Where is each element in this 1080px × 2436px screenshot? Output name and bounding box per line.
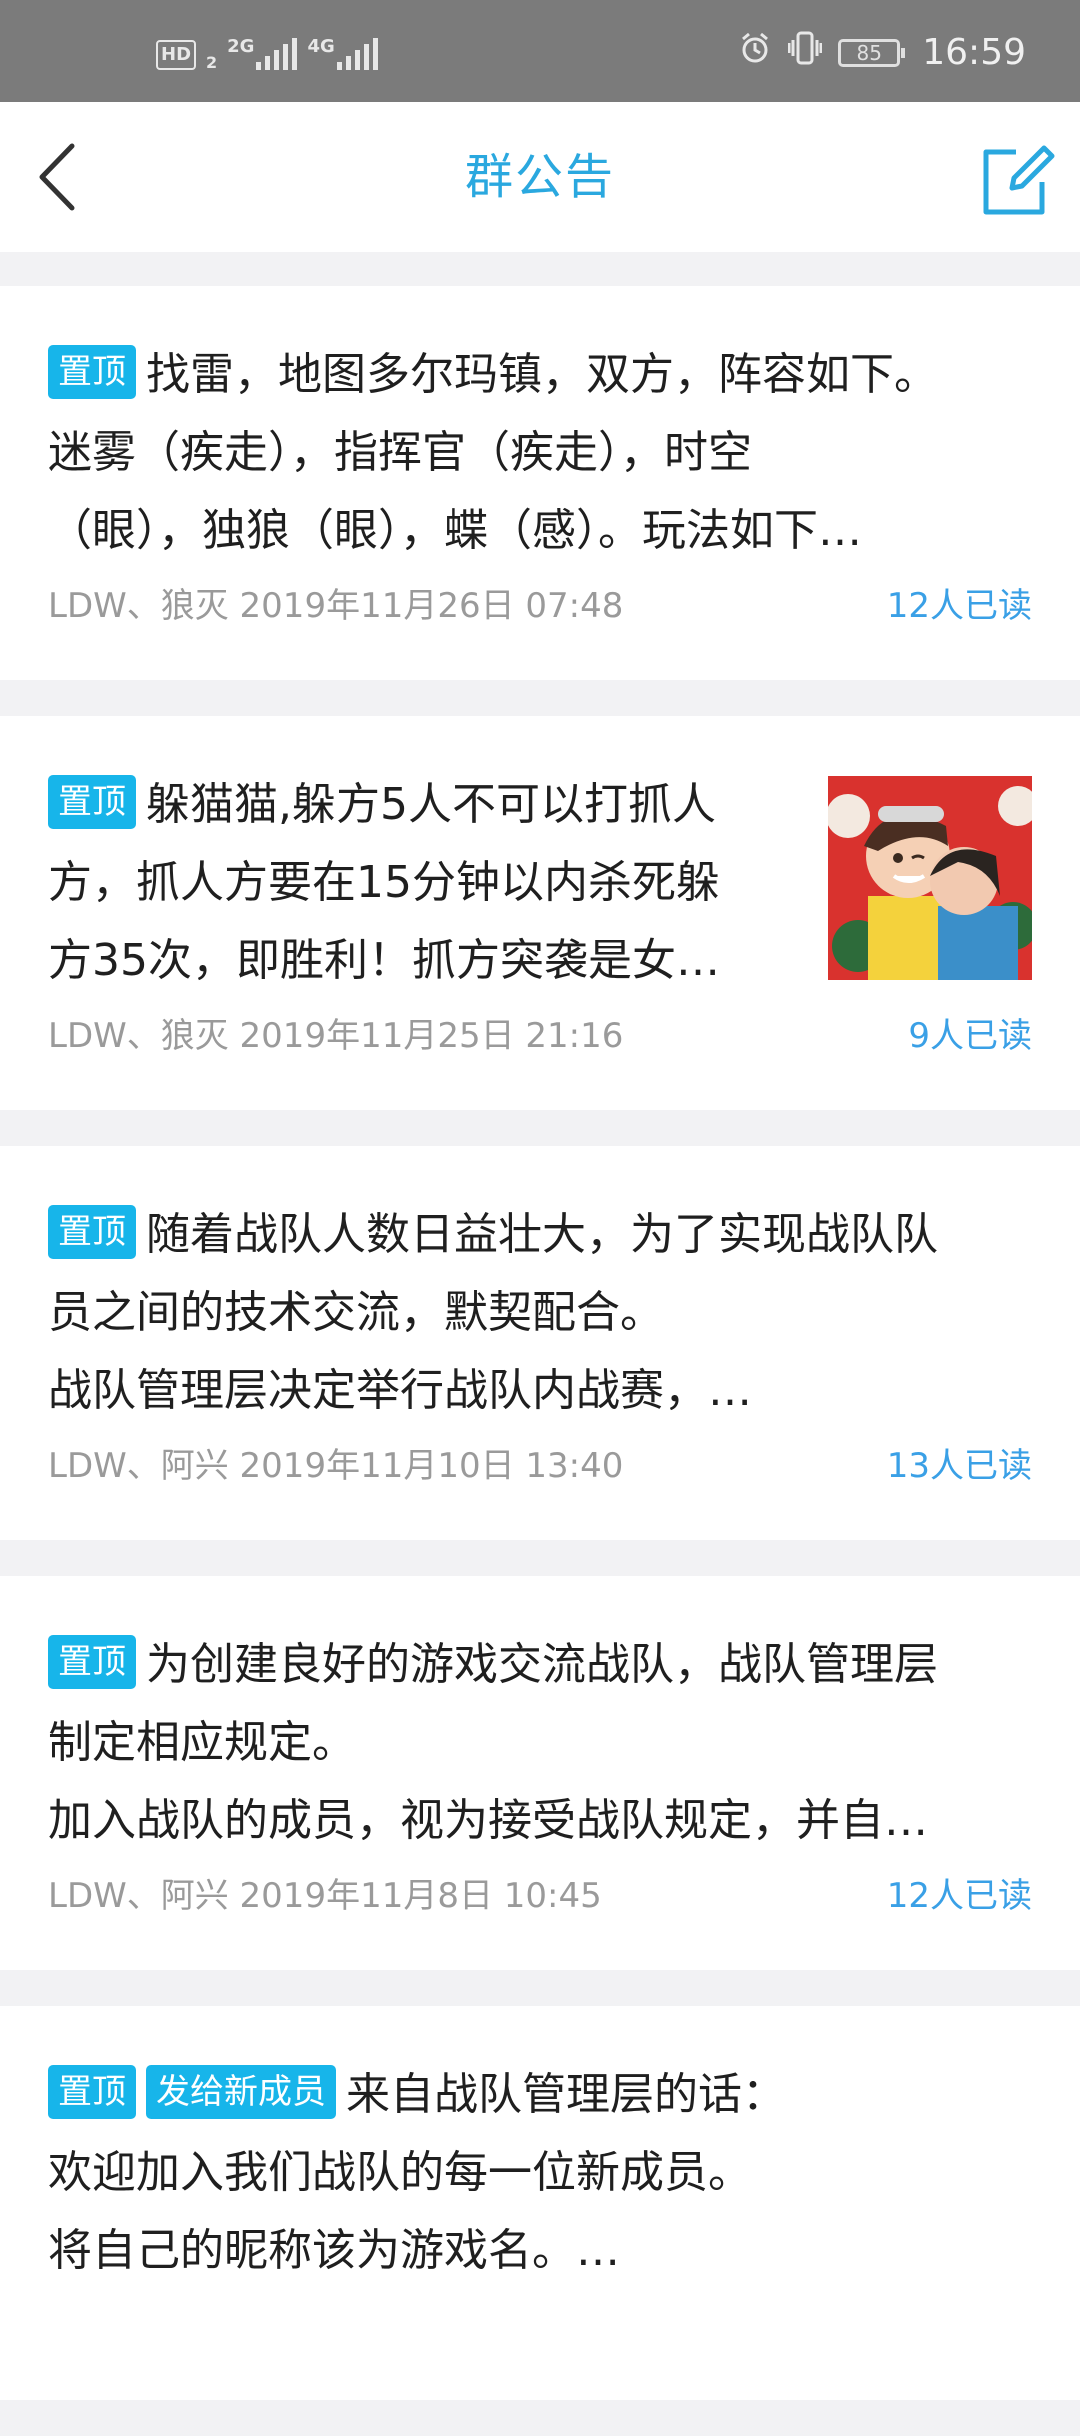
vibrate-icon	[787, 30, 823, 75]
signal-bars-icon	[336, 38, 378, 70]
new-member-tag: 发给新成员	[146, 2065, 336, 2119]
hd-label: HD	[161, 44, 192, 65]
announcement-line: 置顶 为创建良好的游戏交流战队，战队管理层	[48, 1626, 1032, 1704]
announcement-line: 迷雾（疾走），指挥官（疾走），时空	[48, 427, 752, 478]
announcement-list: 置顶 找雷，地图多尔玛镇，双方，阵容如下。 迷雾（疾走），指挥官（疾走），时空 （…	[0, 286, 1080, 2436]
announcement-line: 置顶 找雷，地图多尔玛镇，双方，阵容如下。	[48, 336, 1032, 414]
announcement-text: 置顶 躲猫猫,躲方5人不可以打抓人 方，抓人方要在15分钟以内杀死躲 方35次，即…	[48, 766, 788, 1000]
announcement-line: 加入战队的成员，视为接受战队规定，并自…	[48, 1795, 928, 1846]
status-right-indicators: 85 16:59	[738, 30, 1026, 75]
announcement-line: 方，抓人方要在15分钟以内杀死躲	[48, 857, 720, 908]
pinned-tag: 置顶	[48, 2065, 136, 2119]
announcement-line: （眼），独狼（眼），蝶（感）。玩法如下…	[48, 505, 862, 556]
battery-level: 85	[856, 40, 882, 65]
page-title: 群公告	[464, 149, 615, 205]
pinned-tag: 置顶	[48, 775, 136, 829]
announcement-card[interactable]: 置顶 找雷，地图多尔玛镇，双方，阵容如下。 迷雾（疾走），指挥官（疾走），时空 （…	[0, 286, 1080, 680]
announcement-meta: LDW、狼灭 2019年11月26日 07:48 12人已读	[48, 572, 1032, 632]
signal-2: 4G	[307, 36, 378, 70]
author-date: LDW、阿兴 2019年11月10日 13:40	[48, 1445, 624, 1486]
announcement-meta: LDW、阿兴 2019年11月8日 10:45 12人已读	[48, 1862, 1032, 1922]
alarm-icon	[738, 31, 772, 74]
announcement-line: 将自己的昵称该为游戏名。…	[48, 2225, 620, 2276]
net-label-1: 2G	[227, 36, 255, 57]
announcement-line: 战队管理层决定举行战队内战赛，…	[48, 1365, 752, 1416]
announcement-text: 置顶 随着战队人数日益壮大，为了实现战队队 员之间的技术交流，默契配合。 战队管理…	[48, 1196, 1032, 1430]
net-label-2: 4G	[307, 36, 335, 57]
author-date: LDW、阿兴 2019年11月8日 10:45	[48, 1875, 602, 1916]
announcement-line: 欢迎加入我们战队的每一位新成员。	[48, 2147, 752, 2198]
signal-1: 2G	[227, 36, 298, 70]
announcement-card[interactable]: 置顶 躲猫猫,躲方5人不可以打抓人 方，抓人方要在15分钟以内杀死躲 方35次，即…	[0, 716, 1080, 1110]
header-bar: 群公告	[0, 102, 1080, 252]
anime-illustration-image	[828, 776, 1032, 980]
read-count-link[interactable]: 12人已读	[887, 1868, 1032, 1917]
announcement-line: 置顶 躲猫猫,躲方5人不可以打抓人	[48, 766, 788, 844]
pinned-tag: 置顶	[48, 1635, 136, 1689]
announcement-card[interactable]: 置顶 为创建良好的游戏交流战队，战队管理层 制定相应规定。 加入战队的成员，视为接…	[0, 1576, 1080, 1970]
announcement-card[interactable]: 置顶 随着战队人数日益壮大，为了实现战队队 员之间的技术交流，默契配合。 战队管理…	[0, 1146, 1080, 1540]
battery-icon: 85	[838, 38, 906, 67]
read-count-link[interactable]: 9人已读	[908, 1008, 1032, 1057]
announcement-meta: LDW、阿兴 2019年11月10日 13:40 13人已读	[48, 1432, 1032, 1492]
hd-sub: 2	[206, 53, 218, 72]
announcement-card[interactable]: 置顶 发给新成员 来自战队管理层的话： 欢迎加入我们战队的每一位新成员。 将自己的昵…	[0, 2006, 1080, 2400]
edit-announcement-button[interactable]	[972, 138, 1060, 222]
announcement-text: 置顶 发给新成员 来自战队管理层的话： 欢迎加入我们战队的每一位新成员。 将自己的昵…	[48, 2056, 1032, 2290]
announcement-thumbnail[interactable]	[828, 776, 1032, 980]
announcement-text: 置顶 为创建良好的游戏交流战队，战队管理层 制定相应规定。 加入战队的成员，视为接…	[48, 1626, 1032, 1860]
announcement-meta: LDW、狼灭 2019年11月25日 21:16 9人已读	[48, 1002, 1032, 1062]
hd-indicator: HD	[156, 40, 197, 70]
pinned-tag: 置顶	[48, 1205, 136, 1259]
author-date: LDW、狼灭 2019年11月25日 21:16	[48, 1015, 624, 1056]
author-date: LDW、狼灭 2019年11月26日 07:48	[48, 585, 624, 626]
read-count-link[interactable]: 12人已读	[887, 578, 1032, 627]
announcement-line: 方35次，即胜利！抓方突袭是女…	[48, 935, 720, 986]
status-bar: HD 2 2G 4G 85 16:59	[0, 0, 1080, 102]
read-count-link[interactable]: 13人已读	[887, 1438, 1032, 1487]
announcement-line: 置顶 随着战队人数日益壮大，为了实现战队队	[48, 1196, 1032, 1274]
status-left-indicators: HD 2 2G 4G	[156, 36, 378, 72]
pinned-tag: 置顶	[48, 345, 136, 399]
clock: 16:59	[922, 32, 1026, 73]
announcement-line: 员之间的技术交流，默契配合。	[48, 1287, 664, 1338]
signal-bars-icon	[256, 38, 298, 70]
announcement-line: 制定相应规定。	[48, 1717, 356, 1768]
announcement-text: 置顶 找雷，地图多尔玛镇，双方，阵容如下。 迷雾（疾走），指挥官（疾走），时空 （…	[48, 336, 1032, 570]
announcement-line: 置顶 发给新成员 来自战队管理层的话：	[48, 2056, 1032, 2134]
edit-icon	[983, 145, 1055, 215]
